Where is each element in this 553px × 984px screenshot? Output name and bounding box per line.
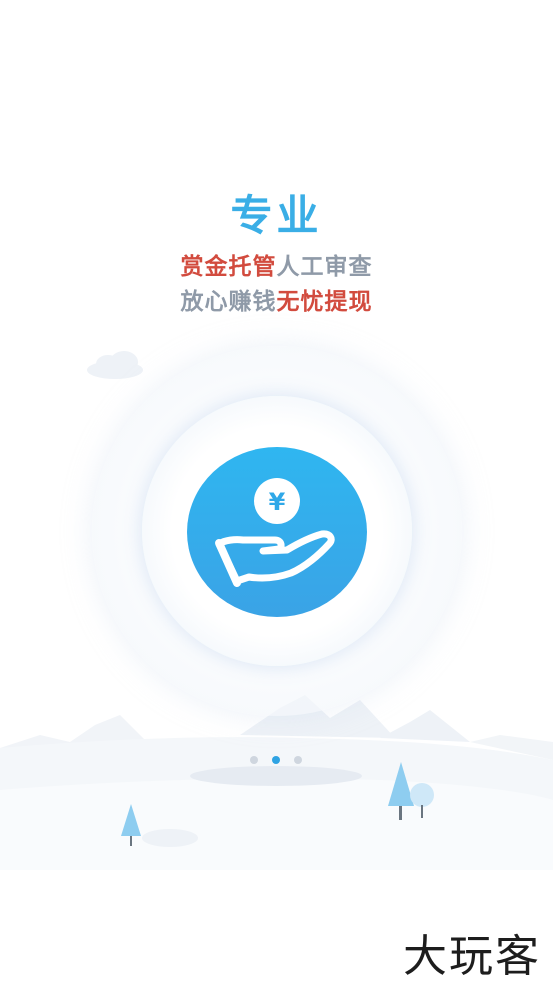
tagline-line-2: 放心赚钱无忧提现 xyxy=(0,282,553,316)
page-dot[interactable] xyxy=(294,756,302,764)
money-in-hand-icon: ¥ xyxy=(215,478,335,587)
tagline-highlight: 赏金托管 xyxy=(180,254,277,280)
cloud-icon xyxy=(87,351,143,379)
feature-badge: ¥ xyxy=(187,447,367,617)
tagline-text: 放心赚钱 xyxy=(180,289,277,315)
watermark-logo: 大玩客 xyxy=(403,931,541,982)
tagline-text: 人工审查 xyxy=(276,254,373,280)
page-title: 专业 xyxy=(230,191,323,240)
page-dot[interactable] xyxy=(250,756,258,764)
page-indicator xyxy=(248,756,308,766)
yen-symbol: ¥ xyxy=(269,488,286,516)
tagline-highlight: 无忧提现 xyxy=(276,289,373,315)
tagline-line-1: 赏金托管人工审查 xyxy=(0,247,553,281)
page-dot-active[interactable] xyxy=(272,756,280,764)
